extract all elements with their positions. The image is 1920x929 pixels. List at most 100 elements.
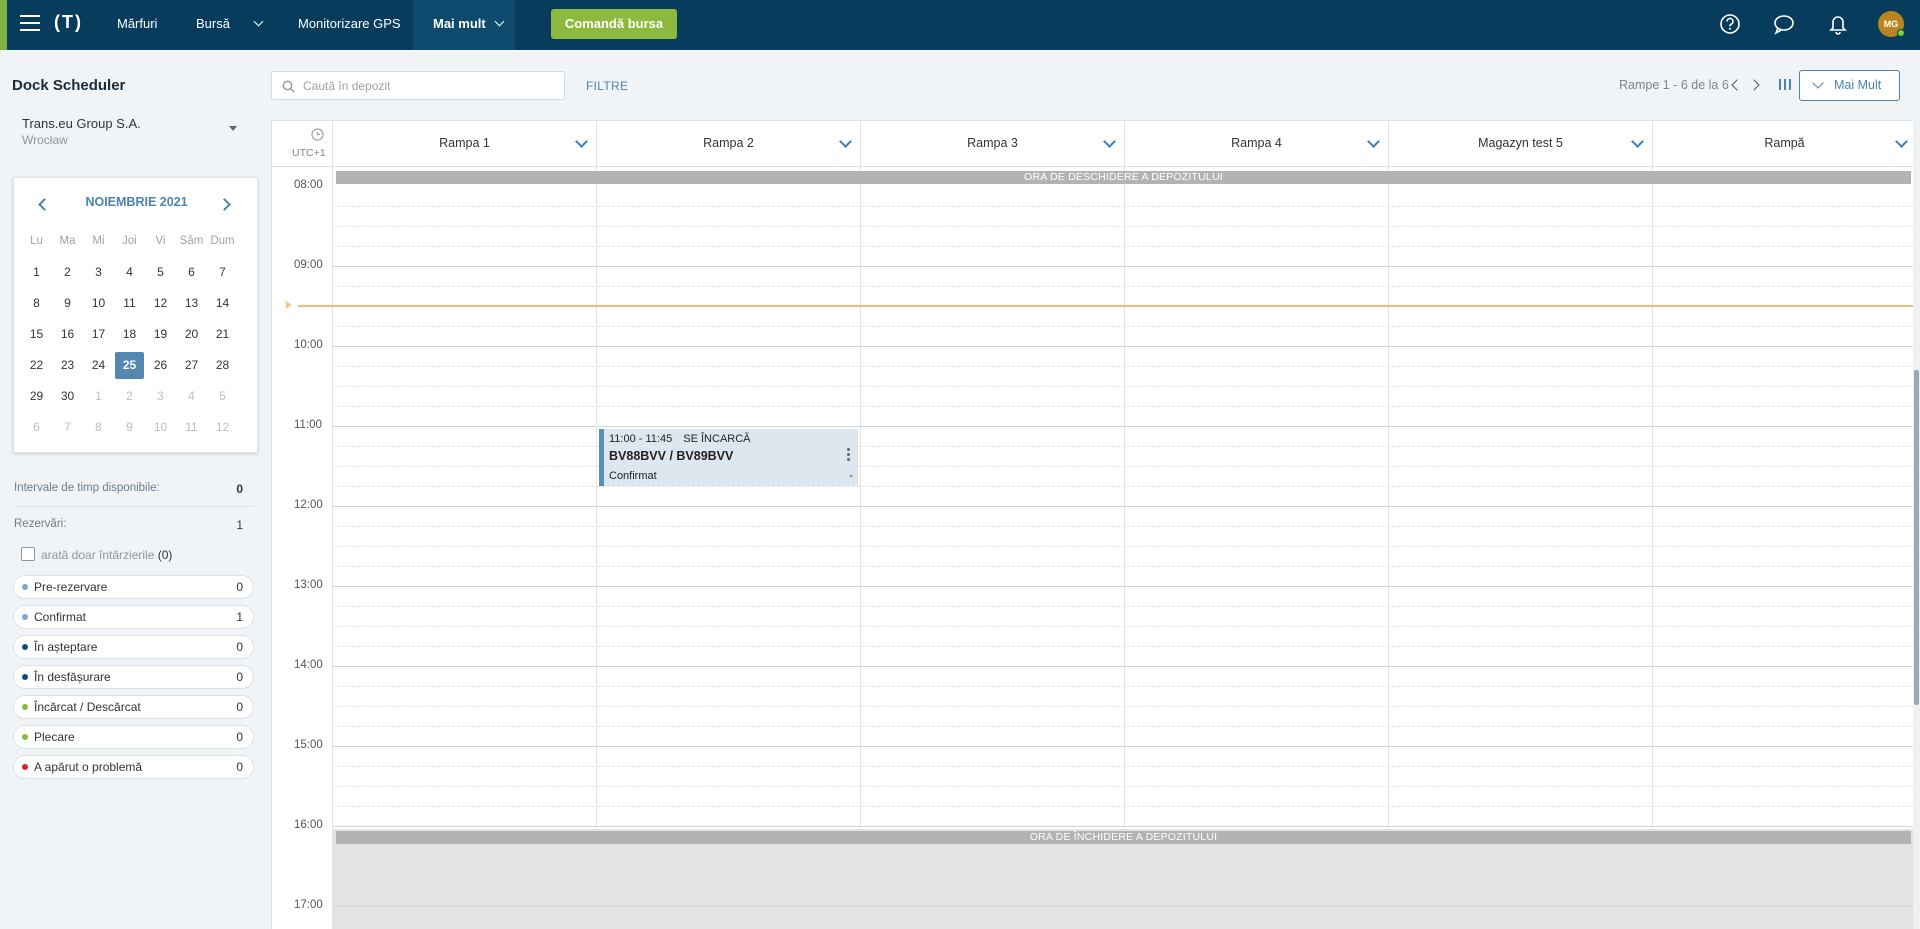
quarter-gridline [332, 606, 1919, 607]
chevron-down-icon[interactable] [1631, 135, 1644, 148]
app-logo[interactable]: (T) [54, 12, 83, 33]
chevron-down-icon[interactable] [1103, 135, 1116, 148]
nav-monitorizare-gps[interactable]: Monitorizare GPS [298, 0, 401, 50]
calendar-day[interactable]: 2 [53, 259, 82, 286]
status-filter-pill[interactable]: Plecare 0 [13, 725, 254, 749]
chevron-down-icon[interactable] [1895, 135, 1908, 148]
nav-mai-mult[interactable]: Mai mult [413, 0, 515, 50]
calendar-day[interactable]: 1 [84, 383, 113, 410]
help-icon[interactable] [1717, 11, 1743, 37]
ramp-column-header[interactable]: Rampă [1652, 121, 1916, 166]
only-delays-label[interactable]: arată doar întârzierile (0) [41, 548, 172, 562]
calendar-day[interactable]: 11 [115, 290, 144, 317]
calendar-day[interactable]: 15 [22, 321, 51, 348]
prev-ramps-icon[interactable] [1731, 79, 1743, 91]
calendar-day[interactable]: 17 [84, 321, 113, 348]
calendar-weekday: Sâm [179, 235, 204, 247]
status-filter-pill[interactable]: Confirmat 1 [13, 605, 254, 629]
hour-gridline [332, 426, 1919, 427]
status-filter-pill[interactable]: Încărcat / Descărcat 0 [13, 695, 254, 719]
calendar-day[interactable]: 5 [208, 383, 237, 410]
status-label: Confirmat [34, 610, 87, 624]
calendar-day[interactable]: 13 [177, 290, 206, 317]
calendar-day[interactable]: 7 [53, 414, 82, 441]
notifications-bell-icon[interactable] [1825, 11, 1851, 37]
calendar-day[interactable]: 12 [208, 414, 237, 441]
opening-hours-banner: ORA DE DESCHIDERE A DEPOZITULUI [336, 171, 1911, 184]
ramp-name: Rampa 4 [1231, 136, 1282, 150]
calendar-day[interactable]: 1 [22, 259, 51, 286]
calendar-day[interactable]: 21 [208, 321, 237, 348]
calendar-day[interactable]: 24 [84, 352, 113, 379]
booking-card[interactable]: 11:00 - 11:45 SE ÎNCARCĂ BV88BVV / BV89B… [599, 429, 858, 486]
calendar-day[interactable]: 16 [53, 321, 82, 348]
calendar-day[interactable]: 8 [84, 414, 113, 441]
calendar-day[interactable]: 30 [53, 383, 82, 410]
calendar-day[interactable]: 4 [177, 383, 206, 410]
ramp-column-header[interactable]: Rampa 2 [596, 121, 860, 166]
more-button[interactable]: Mai Mult [1799, 70, 1900, 101]
ramp-column-header[interactable]: Rampa 1 [332, 121, 596, 166]
ramp-column-header[interactable]: Rampa 3 [860, 121, 1124, 166]
hour-gridline [332, 666, 1919, 667]
calendar-day[interactable]: 3 [84, 259, 113, 286]
calendar-day[interactable]: 23 [53, 352, 82, 379]
booking-menu-icon[interactable] [847, 448, 850, 461]
calendar-day[interactable]: 18 [115, 321, 144, 348]
quarter-gridline [332, 866, 1919, 867]
hamburger-menu-icon[interactable] [20, 15, 40, 31]
calendar-day-selected[interactable]: 25 [115, 352, 144, 379]
closing-hours-banner: ORA DE ÎNCHIDERE A DEPOZITULUI [336, 831, 1911, 844]
company-name[interactable]: Trans.eu Group S.A. [22, 116, 141, 131]
calendar-day[interactable]: 14 [208, 290, 237, 317]
next-ramps-icon[interactable] [1748, 79, 1760, 91]
only-delays-count: (0) [157, 548, 173, 562]
status-count: 0 [236, 580, 243, 594]
order-exchange-button[interactable]: Comandă bursa [551, 9, 677, 39]
status-filter-pill[interactable]: Pre-rezervare 0 [13, 575, 254, 599]
status-filter-pill[interactable]: În așteptare 0 [13, 635, 254, 659]
status-filter-pill[interactable]: A apărut o problemă 0 [13, 755, 254, 779]
calendar-day[interactable]: 9 [115, 414, 144, 441]
calendar-day[interactable]: 10 [84, 290, 113, 317]
divider [13, 506, 254, 507]
ramp-column-header[interactable]: Magazyn test 5 [1388, 121, 1652, 166]
calendar-day[interactable]: 2 [115, 383, 144, 410]
nav-marfuri[interactable]: Mărfuri [117, 0, 157, 50]
calendar-day[interactable]: 12 [146, 290, 175, 317]
calendar-day[interactable]: 11 [177, 414, 206, 441]
status-filter-pill[interactable]: În desfășurare 0 [13, 665, 254, 689]
calendar-day[interactable]: 5 [146, 259, 175, 286]
calendar-day[interactable]: 10 [146, 414, 175, 441]
calendar-day[interactable]: 9 [53, 290, 82, 317]
company-dropdown-icon[interactable] [229, 126, 237, 131]
calendar-day[interactable]: 6 [22, 414, 51, 441]
nav-bursa[interactable]: Bursă [196, 0, 271, 50]
calendar-day[interactable]: 4 [115, 259, 144, 286]
calendar-day[interactable]: 7 [208, 259, 237, 286]
calendar-day[interactable]: 8 [22, 290, 51, 317]
ramp-column-header[interactable]: Rampa 4 [1124, 121, 1388, 166]
chevron-down-icon[interactable] [1367, 135, 1380, 148]
chat-icon[interactable] [1771, 11, 1797, 37]
only-delays-checkbox[interactable] [21, 547, 35, 561]
chevron-down-icon[interactable] [839, 135, 852, 148]
vertical-scrollbar[interactable] [1913, 120, 1920, 929]
calendar-day[interactable]: 3 [146, 383, 175, 410]
calendar-day[interactable]: 22 [22, 352, 51, 379]
calendar-day[interactable]: 20 [177, 321, 206, 348]
scrollbar-thumb[interactable] [1914, 370, 1919, 705]
avatar[interactable]: MG [1878, 11, 1905, 37]
calendar-day[interactable]: 6 [177, 259, 206, 286]
calendar-day[interactable]: 28 [208, 352, 237, 379]
filters-button[interactable]: FILTRE [586, 79, 628, 93]
calendar-day[interactable]: 29 [22, 383, 51, 410]
columns-view-icon[interactable] [1779, 79, 1791, 90]
chevron-down-icon[interactable] [575, 135, 588, 148]
status-label: A apărut o problemă [34, 760, 143, 774]
calendar-day[interactable]: 19 [146, 321, 175, 348]
search-input[interactable] [303, 72, 553, 99]
calendar-day[interactable]: 26 [146, 352, 175, 379]
calendar-day[interactable]: 27 [177, 352, 206, 379]
hour-gridline [332, 506, 1919, 507]
